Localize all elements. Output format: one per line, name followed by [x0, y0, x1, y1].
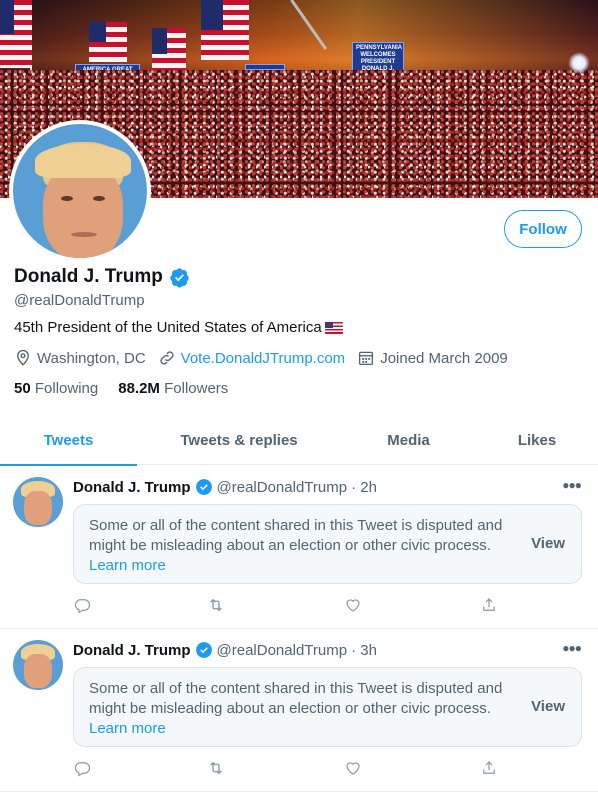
- share-icon[interactable]: [480, 596, 500, 616]
- stage-light: [568, 52, 590, 74]
- flag-image: [201, 0, 249, 60]
- more-icon[interactable]: ●●●: [562, 641, 582, 655]
- eye: [93, 196, 105, 201]
- location-item: Washington, DC: [14, 349, 146, 367]
- view-button[interactable]: View: [531, 698, 565, 715]
- joined-text: Joined March 2009: [380, 349, 508, 367]
- tweet-time[interactable]: · 3h: [351, 642, 377, 659]
- reply-icon[interactable]: [73, 759, 93, 779]
- like-icon[interactable]: [344, 596, 364, 616]
- follow-button[interactable]: Follow: [504, 210, 582, 248]
- tweet-author-name[interactable]: Donald J. Trump: [73, 479, 191, 496]
- location-text: Washington, DC: [37, 349, 146, 367]
- banner-sign: PENNSYLVANIA WELCOMES PRESIDENT DONALD J…: [352, 42, 404, 79]
- notice-text: Some or all of the content shared in thi…: [89, 517, 503, 554]
- like-icon[interactable]: [344, 759, 364, 779]
- profile-bio: 45th President of the United States of A…: [14, 319, 343, 336]
- followers-link[interactable]: 88.2M Followers: [118, 380, 228, 397]
- followers-label: Followers: [164, 380, 229, 397]
- bio-text: 45th President of the United States of A…: [14, 319, 322, 336]
- tweet-time[interactable]: · 2h: [351, 479, 377, 496]
- flag-image: [89, 22, 127, 62]
- tweet-avatar[interactable]: [13, 477, 63, 527]
- tweet[interactable]: Donald J. Trump @realDonaldTrump · 3h ●●…: [0, 629, 598, 792]
- notice-text: Some or all of the content shared in thi…: [89, 680, 503, 717]
- profile-name: Donald J. Trump: [14, 266, 190, 288]
- joined-item: Joined March 2009: [357, 349, 508, 367]
- retweet-icon[interactable]: [207, 596, 227, 616]
- reply-icon[interactable]: [73, 596, 93, 616]
- following-count: 50: [14, 380, 31, 397]
- tweet-header: Donald J. Trump @realDonaldTrump · 3h: [73, 641, 377, 659]
- tweet-author-handle[interactable]: @realDonaldTrump: [217, 479, 348, 496]
- verified-badge-icon: [195, 479, 212, 495]
- tweet-author-handle[interactable]: @realDonaldTrump: [217, 642, 348, 659]
- profile-name-text: Donald J. Trump: [14, 266, 163, 287]
- profile-meta: Washington, DC Vote.DonaldJTrump.com Joi…: [14, 349, 520, 367]
- learn-more-link[interactable]: Learn more: [89, 556, 519, 576]
- view-button[interactable]: View: [531, 535, 565, 552]
- followers-count: 88.2M: [118, 380, 160, 397]
- hair-top: [35, 144, 131, 178]
- following-link[interactable]: 50 Following: [14, 380, 98, 397]
- tweet-actions: [73, 759, 513, 779]
- mouth: [71, 232, 97, 237]
- us-flag-icon: [324, 321, 343, 334]
- disputed-notice: Some or all of the content shared in thi…: [73, 504, 582, 584]
- learn-more-link[interactable]: Learn more: [89, 719, 519, 739]
- profile-avatar[interactable]: [9, 120, 151, 262]
- website-link[interactable]: Vote.DonaldJTrump.com: [181, 350, 346, 367]
- tweet-header: Donald J. Trump @realDonaldTrump · 2h: [73, 478, 377, 496]
- following-label: Following: [34, 380, 99, 397]
- retweet-icon[interactable]: [207, 759, 227, 779]
- tab-media[interactable]: Media: [341, 415, 476, 465]
- disputed-notice: Some or all of the content shared in thi…: [73, 667, 582, 747]
- face-shape: [43, 166, 123, 258]
- tab-likes[interactable]: Likes: [476, 415, 598, 465]
- verified-badge-icon: [170, 267, 189, 288]
- face-shape: [24, 491, 52, 525]
- profile-handle: @realDonaldTrump: [14, 292, 145, 309]
- website-item[interactable]: Vote.DonaldJTrump.com: [158, 349, 346, 367]
- share-icon[interactable]: [480, 759, 500, 779]
- location-icon: [17, 349, 29, 366]
- notice-text-block: Some or all of the content shared in thi…: [89, 516, 519, 576]
- eye: [61, 196, 73, 201]
- notice-text-block: Some or all of the content shared in thi…: [89, 679, 519, 739]
- tweet-avatar[interactable]: [13, 640, 63, 690]
- face-shape: [24, 654, 52, 688]
- profile-tabs: Tweets Tweets & replies Media Likes: [0, 415, 598, 466]
- calendar-icon: [359, 351, 374, 366]
- tweet-author-name[interactable]: Donald J. Trump: [73, 642, 191, 659]
- profile-stats: 50 Following 88.2M Followers: [14, 380, 228, 397]
- tweet-actions: [73, 596, 513, 616]
- more-icon[interactable]: ●●●: [562, 478, 582, 492]
- verified-badge-icon: [195, 642, 212, 658]
- tab-tweets-replies[interactable]: Tweets & replies: [137, 415, 341, 465]
- tab-tweets[interactable]: Tweets: [0, 415, 137, 466]
- tweet[interactable]: Donald J. Trump @realDonaldTrump · 2h ●●…: [0, 466, 598, 629]
- link-icon: [160, 351, 174, 365]
- flag-image: [0, 0, 32, 68]
